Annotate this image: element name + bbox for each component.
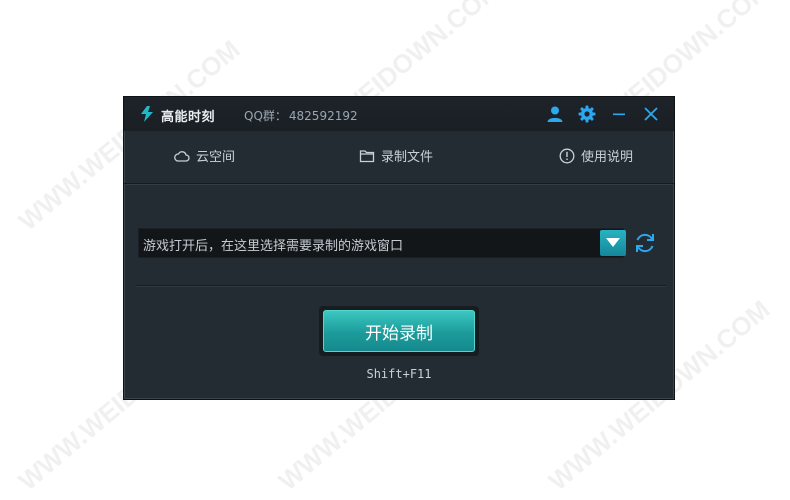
game-window-select[interactable]: 游戏打开后，在这里选择需要录制的游戏窗口 xyxy=(138,228,624,258)
start-recording-button[interactable]: 开始录制 xyxy=(323,310,475,352)
qq-group-info: QQ群： 482592192 xyxy=(244,107,358,124)
close-icon[interactable] xyxy=(642,105,660,123)
nav-item-label: 云空间 xyxy=(196,150,236,165)
nav-item-cloud-space[interactable]: 云空间 xyxy=(174,146,235,165)
app-name: 高能时刻 xyxy=(161,110,216,125)
game-window-select-value: 游戏打开后，在这里选择需要录制的游戏窗口 xyxy=(143,239,404,254)
nav-item-label: 录制文件 xyxy=(381,150,434,165)
app-window: 高能时刻 QQ群： 482592192 云空间 录制文件 使用说明 游戏打开后，… xyxy=(123,96,675,400)
cloud-icon xyxy=(174,150,190,162)
qq-group-number: 482592192 xyxy=(288,109,358,123)
info-icon xyxy=(559,148,575,163)
shortcut-hint: Shift+F11 xyxy=(366,367,432,381)
folder-icon xyxy=(359,149,375,162)
title-bar[interactable]: 高能时刻 QQ群： 482592192 xyxy=(124,97,674,131)
nav-item-instructions[interactable]: 使用说明 xyxy=(559,146,633,165)
nav-item-label: 使用说明 xyxy=(581,150,634,165)
start-button-frame: 开始录制 xyxy=(319,306,479,356)
top-nav: 云空间 录制文件 使用说明 xyxy=(124,131,674,184)
user-icon[interactable] xyxy=(546,105,564,123)
app-logo-icon xyxy=(141,106,153,122)
minimize-icon[interactable] xyxy=(610,105,628,123)
chevron-down-icon xyxy=(606,238,620,247)
nav-item-recorded-files[interactable]: 录制文件 xyxy=(359,146,433,165)
qq-group-label: QQ群： xyxy=(244,109,287,123)
refresh-icon[interactable] xyxy=(633,231,657,255)
divider xyxy=(136,285,666,286)
gear-icon[interactable] xyxy=(578,105,596,123)
dropdown-button[interactable] xyxy=(600,230,626,256)
